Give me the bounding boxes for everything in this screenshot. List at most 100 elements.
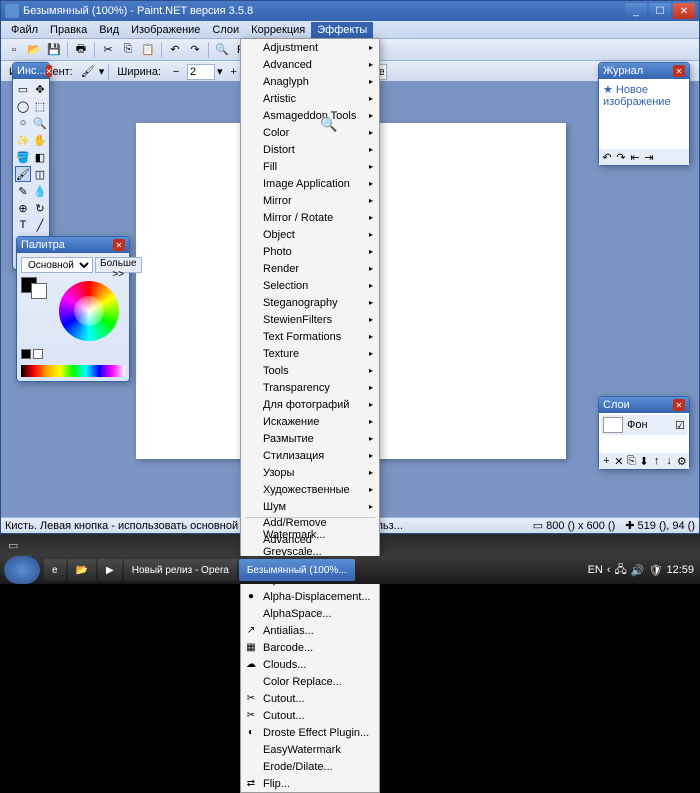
color-wheel[interactable]: [59, 281, 119, 341]
menu-file[interactable]: Файл: [5, 22, 44, 38]
lasso-tool[interactable]: ◯: [15, 98, 31, 114]
menu-item--[interactable]: Узоры▸: [241, 464, 379, 481]
menu-item-advanced[interactable]: Advanced▸: [241, 56, 379, 73]
layer-item[interactable]: Фон ☑: [601, 415, 687, 435]
minus-icon[interactable]: −: [167, 63, 185, 81]
move-sel-tool[interactable]: ⬚: [32, 98, 48, 114]
save-icon[interactable]: 💾: [45, 41, 63, 59]
brush-icon[interactable]: 🖌: [79, 63, 97, 81]
menu-item-mirror[interactable]: Mirror▸: [241, 192, 379, 209]
menu-layers[interactable]: Слои: [206, 22, 245, 38]
menu-item-asmageddon-tools[interactable]: Asmageddon Tools▸: [241, 107, 379, 124]
close-icon[interactable]: ✕: [113, 239, 125, 251]
menu-image[interactable]: Изображение: [125, 22, 206, 38]
menu-item--[interactable]: Для фотографий▸: [241, 396, 379, 413]
menu-item-distort[interactable]: Distort▸: [241, 141, 379, 158]
eraser-tool[interactable]: ◫: [32, 166, 48, 182]
gradient-tool[interactable]: ◧: [32, 149, 48, 165]
menu-item-color[interactable]: Color▸: [241, 124, 379, 141]
new-icon[interactable]: ▫: [5, 41, 23, 59]
menu-item-mirror-rotate[interactable]: Mirror / Rotate▸: [241, 209, 379, 226]
color-mode-select[interactable]: Основной: [21, 257, 93, 273]
task-ie[interactable]: e: [44, 559, 66, 581]
copy-icon[interactable]: ⎘: [119, 41, 137, 59]
history-item[interactable]: ★ Новое изображение: [601, 81, 687, 110]
close-icon[interactable]: ✕: [46, 65, 53, 77]
magic-wand-tool[interactable]: ✨: [15, 132, 31, 148]
menu-item-tools[interactable]: Tools▸: [241, 362, 379, 379]
menu-effects[interactable]: Эффекты: [311, 22, 373, 38]
menu-item-erode-dilate-[interactable]: Erode/Dilate...: [241, 758, 379, 775]
menu-item--[interactable]: Художественные▸: [241, 481, 379, 498]
menu-item-text-formations[interactable]: Text Formations▸: [241, 328, 379, 345]
select-rect-tool[interactable]: ▭: [15, 81, 31, 97]
menu-item-advanced-greyscale-[interactable]: Advanced Greyscale...: [241, 537, 379, 554]
menu-item-photo[interactable]: Photo▸: [241, 243, 379, 260]
close-button[interactable]: ✕: [673, 3, 695, 19]
menu-item-antialias-[interactable]: ↗Antialias...: [241, 622, 379, 639]
pan-tool[interactable]: ✋: [32, 132, 48, 148]
menu-item-adjustment[interactable]: Adjustment▸: [241, 39, 379, 56]
maximize-button[interactable]: ☐: [649, 3, 671, 19]
menu-item-fill[interactable]: Fill▸: [241, 158, 379, 175]
undo-icon[interactable]: ↶: [166, 41, 184, 59]
text-tool[interactable]: T: [15, 217, 31, 233]
paste-icon[interactable]: 📋: [139, 41, 157, 59]
menu-item--[interactable]: Стилизация▸: [241, 447, 379, 464]
menu-item-flip-[interactable]: ⇄Flip...: [241, 775, 379, 792]
menu-item--[interactable]: Искажение▸: [241, 413, 379, 430]
history-last-icon[interactable]: ⇥: [643, 151, 655, 163]
ellipse-sel-tool[interactable]: ○: [15, 115, 31, 131]
swatch[interactable]: [21, 349, 31, 359]
history-redo-icon[interactable]: ↷: [615, 151, 627, 163]
menu-item-alphaspace-[interactable]: AlphaSpace...: [241, 605, 379, 622]
close-icon[interactable]: ✕: [673, 65, 685, 77]
menu-item-texture[interactable]: Texture▸: [241, 345, 379, 362]
menu-item-droste-effect-plugin-[interactable]: ◐Droste Effect Plugin...: [241, 724, 379, 741]
redo-icon[interactable]: ↷: [186, 41, 204, 59]
menu-item-anaglyph[interactable]: Anaglyph▸: [241, 73, 379, 90]
zoom-tool[interactable]: 🔍: [32, 115, 48, 131]
start-button[interactable]: [4, 556, 40, 584]
delete-layer-icon[interactable]: ✕: [614, 455, 625, 467]
task-media[interactable]: ▶: [98, 559, 122, 581]
menu-edit[interactable]: Правка: [44, 22, 93, 38]
menu-item-selection[interactable]: Selection▸: [241, 277, 379, 294]
menu-item-color-replace-[interactable]: Color Replace...: [241, 673, 379, 690]
tray-network-icon[interactable]: 🖧: [615, 561, 627, 580]
menu-item-render[interactable]: Render▸: [241, 260, 379, 277]
minimize-button[interactable]: _: [625, 3, 647, 19]
menu-item-stewienfilters[interactable]: StewienFilters▸: [241, 311, 379, 328]
menu-item-cutout-[interactable]: ✂Cutout...: [241, 690, 379, 707]
up-layer-icon[interactable]: ↑: [651, 455, 662, 467]
show-desktop-icon[interactable]: ▭: [8, 539, 18, 552]
props-layer-icon[interactable]: ⚙: [676, 455, 687, 467]
tray-volume-icon[interactable]: 🔊: [631, 564, 645, 577]
history-undo-icon[interactable]: ↶: [601, 151, 613, 163]
swatch[interactable]: [33, 349, 43, 359]
width-input[interactable]: [187, 64, 215, 80]
line-tool[interactable]: ╱: [32, 217, 48, 233]
cut-icon[interactable]: ✂: [99, 41, 117, 59]
menu-view[interactable]: Вид: [93, 22, 125, 38]
checkbox-icon[interactable]: ☑: [675, 419, 685, 432]
add-layer-icon[interactable]: +: [601, 455, 612, 467]
merge-layer-icon[interactable]: ⬇: [639, 455, 650, 467]
history-first-icon[interactable]: ⇤: [629, 151, 641, 163]
task-paintnet[interactable]: Безымянный (100%...: [239, 559, 355, 581]
tray-lang[interactable]: EN: [588, 564, 603, 576]
menu-item-steganography[interactable]: Steganography▸: [241, 294, 379, 311]
menu-item-cutout-[interactable]: ✂Cutout...: [241, 707, 379, 724]
dup-layer-icon[interactable]: ⎘: [626, 455, 637, 467]
recolor-tool[interactable]: ↻: [32, 200, 48, 216]
down-layer-icon[interactable]: ↓: [664, 455, 675, 467]
open-icon[interactable]: 📂: [25, 41, 43, 59]
menu-item-image-application[interactable]: Image Application▸: [241, 175, 379, 192]
more-button[interactable]: Больше >>: [95, 257, 142, 273]
task-opera[interactable]: Новый релиз - Opera: [124, 559, 237, 581]
secondary-color[interactable]: [31, 283, 47, 299]
close-icon[interactable]: ✕: [673, 399, 685, 411]
menu-item-easywatermark[interactable]: EasyWatermark: [241, 741, 379, 758]
menu-item-clouds-[interactable]: ☁Clouds...: [241, 656, 379, 673]
menu-item-artistic[interactable]: Artistic▸: [241, 90, 379, 107]
